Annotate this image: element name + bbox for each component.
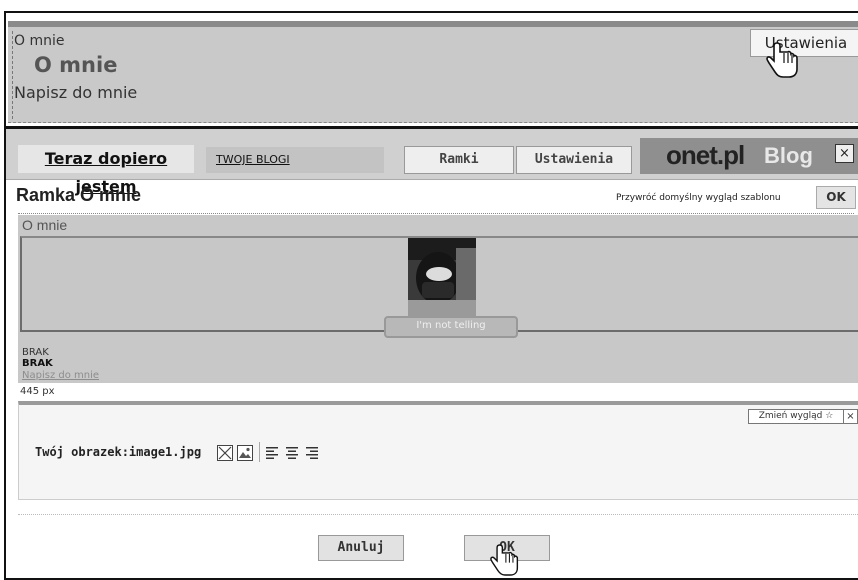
- footer-divider: [18, 514, 858, 515]
- onet-blog-logo: onet.pl Blog ×: [640, 138, 858, 174]
- image-icon[interactable]: [237, 445, 253, 461]
- width-label: 445 px: [20, 386, 55, 397]
- align-center-icon[interactable]: [285, 447, 299, 459]
- close-icon[interactable]: ×: [835, 144, 854, 163]
- image-caption: I'm not telling: [384, 316, 518, 338]
- top-navigation-bar: Teraz dopiero jestem TWOJE BLOGI Ramki U…: [6, 129, 858, 196]
- toolbar-separator: [259, 442, 260, 462]
- blog-logo-text: Blog: [764, 143, 813, 168]
- align-left-icon[interactable]: [266, 447, 280, 459]
- frame-edge: [12, 31, 13, 119]
- top-preview-panel: O mnie O mnie Napisz do mnie Ustawienia: [8, 21, 858, 123]
- write-to-me-link[interactable]: Napisz do mnie: [14, 83, 137, 102]
- frame-label: O mnie: [14, 33, 65, 49]
- hand-cursor-icon-bottom: [490, 544, 519, 576]
- page-title: Ramka O mnie: [16, 185, 142, 205]
- onet-logo-text: onet.pl: [666, 140, 745, 170]
- restore-default-label: Przywróć domyślny wygląd szablonu: [616, 193, 781, 203]
- image-filename-label: Twój obrazek:image1.jpg: [35, 445, 202, 459]
- top-preview-frame: O mnie O mnie Napisz do mnie Ustawienia: [4, 11, 858, 128]
- image-settings-panel: Zmień wygląd ☆ × Twój obrazek:image1.jpg: [18, 401, 858, 500]
- your-blogs-link[interactable]: TWOJE BLOGI: [206, 147, 384, 173]
- preview-write-link[interactable]: Napisz do mnie: [22, 370, 99, 381]
- divider: [18, 213, 854, 214]
- info-line-1: BRAK: [22, 347, 49, 358]
- blog-title-tab[interactable]: Teraz dopiero jestem: [18, 145, 194, 196]
- change-look-button[interactable]: Zmień wygląd ☆: [748, 409, 844, 424]
- restore-ok-button[interactable]: OK: [816, 186, 856, 209]
- photo-image: [408, 238, 476, 318]
- profile-photo: [408, 238, 476, 318]
- settings-nav-button[interactable]: Ustawienia: [516, 146, 632, 174]
- preview-image-box: I'm not telling: [20, 236, 858, 338]
- cancel-button[interactable]: Anuluj: [318, 535, 404, 561]
- delete-icon[interactable]: [217, 445, 233, 461]
- info-line-2: BRAK: [22, 358, 53, 369]
- hand-cursor-icon: [766, 42, 798, 78]
- frame-preview-panel: O mnie I'm not telling BRAK BRAK Napisz …: [18, 215, 858, 383]
- align-right-icon[interactable]: [304, 447, 318, 459]
- preview-frame-label: O mnie: [22, 217, 68, 233]
- frame-heading: O mnie: [34, 53, 118, 77]
- close-settings-icon[interactable]: ×: [843, 409, 858, 424]
- frames-button[interactable]: Ramki: [404, 146, 514, 174]
- frame-editor-window: Teraz dopiero jestem TWOJE BLOGI Ramki U…: [4, 127, 858, 580]
